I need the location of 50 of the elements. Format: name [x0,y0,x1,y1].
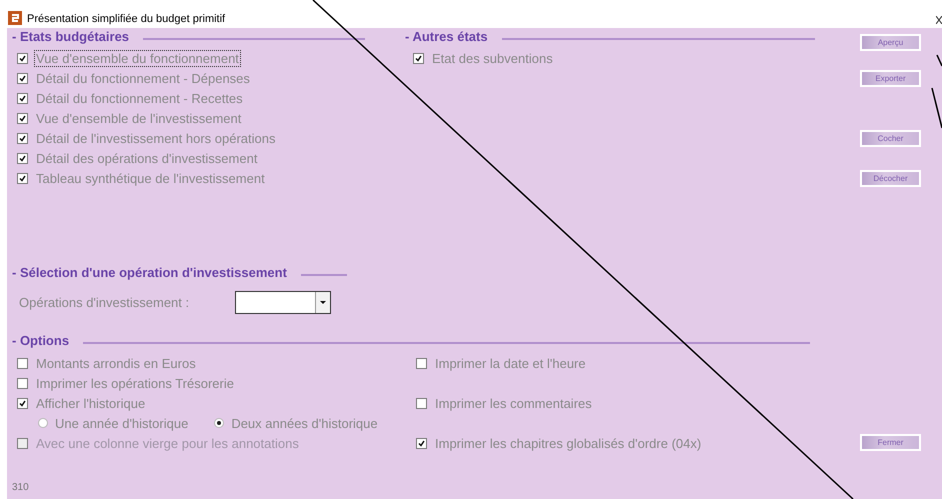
action-button[interactable]: Décocher [860,170,921,187]
checkbox[interactable] [416,358,427,368]
section-heading: - Options [12,332,70,348]
checkbox-label[interactable]: Etat des subventions [430,50,555,66]
checkbox[interactable] [17,152,28,164]
diagonal-line [936,54,942,66]
checkbox-label[interactable]: Détail du fonctionnement - Dépenses [34,70,252,86]
checkbox-label[interactable]: Vue d'ensemble du fonctionnement [34,50,241,66]
section-heading: - Autres états [405,28,488,44]
checkbox[interactable] [416,398,427,408]
checkbox[interactable] [17,112,28,124]
checkbox[interactable] [416,438,427,448]
action-button[interactable]: Fermer [860,434,921,451]
checkbox-label[interactable]: Afficher l'historique [34,394,148,412]
checkbox[interactable] [17,92,28,104]
checkbox-label[interactable]: Imprimer les opérations Trésorerie [34,374,236,392]
field-label: Opérations d'investissement : [18,294,190,310]
section-heading: - Sélection d'une opération d'investissement [12,264,287,280]
checkbox[interactable] [413,52,424,64]
action-button[interactable]: Exporter [860,70,921,87]
checkbox-label[interactable]: Détail des opérations d'investissement [34,150,260,166]
checkbox-label[interactable]: Tableau synthétique de l'investissement [34,170,267,186]
checkbox-label[interactable]: Montants arrondis en Euros [34,354,198,372]
checkbox[interactable] [17,72,28,84]
checkbox[interactable] [17,52,28,64]
checkbox-label[interactable]: Détail de l'investissement hors opérations [34,130,278,146]
operations-dropdown[interactable] [235,290,331,314]
checkbox-label[interactable]: Vue d'ensemble de l'investissement [34,110,244,126]
checkbox[interactable] [17,378,28,388]
status-text: 310 [12,482,29,493]
checkbox-label[interactable]: Détail du fonctionnement - Recettes [34,90,245,106]
section-heading: - Etats budgétaires [12,28,130,44]
window-title: Présentation simplifiée du budget primitif [27,13,226,25]
checkbox[interactable] [17,398,28,408]
checkbox-label[interactable]: Imprimer les chapitres globalisés d'ordre (04x) [433,434,704,452]
diagonal-line [931,88,942,128]
close-icon[interactable] [936,16,942,24]
action-button[interactable]: Aperçu [860,34,921,51]
radio-label[interactable]: Une année d'historique [53,414,190,432]
app-icon [8,11,22,25]
checkbox[interactable] [17,132,28,144]
radio-label[interactable]: Deux années d'historique [229,414,380,432]
checkbox[interactable] [17,358,28,368]
checkbox[interactable] [17,172,28,184]
action-button[interactable]: Cocher [860,130,921,147]
radio-button[interactable] [38,418,48,428]
caret-icon [320,300,326,304]
checkbox-label[interactable]: Imprimer la date et l'heure [433,354,588,372]
radio-button[interactable] [214,418,224,428]
checkbox-label[interactable]: Imprimer les commentaires [433,394,594,412]
